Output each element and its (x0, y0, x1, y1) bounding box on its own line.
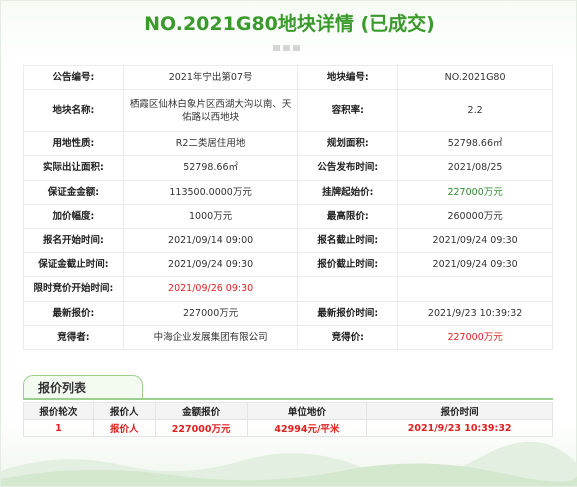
winner-value: 中海企业发展集团有限公司 (122, 324, 299, 350)
table-row: 加价幅度: 1000万元 最高限价: 260000万元 (23, 203, 553, 229)
deposit-label: 保证金金额: (23, 179, 124, 205)
divider-dot (283, 45, 290, 51)
bid-amount-cell: 227000万元 (154, 419, 248, 437)
title-divider (273, 45, 300, 51)
plot-name-label: 地块名称: (23, 89, 124, 133)
planned-area-label: 规划面积: (297, 131, 399, 157)
table-row: 最新报价: 227000万元 最新报价时间: 2021/9/23 10:39:3… (23, 300, 553, 326)
timed-bidding-start-value: 2021/09/26 09:30 (122, 276, 299, 302)
empty-cell (297, 276, 399, 302)
column-header-bid-time: 报价时间 (366, 402, 553, 420)
increment-value: 1000万元 (122, 203, 299, 229)
land-use-label: 用地性质: (23, 131, 124, 157)
plot-name-value: 栖霞区仙林白象片区西湖大沟以南、天佑路以西地块 (122, 89, 299, 133)
bidder-cell: 报价人 (92, 419, 156, 437)
plot-ratio-label: 容积率: (297, 89, 399, 133)
column-header-bidder: 报价人 (92, 402, 156, 420)
table-row: 保证金金额: 113500.0000万元 挂牌起始价: 227000万元 (23, 179, 553, 205)
planned-area-value: 52798.66㎡ (397, 131, 553, 157)
column-header-round: 报价轮次 (23, 402, 94, 420)
timed-bidding-start-label: 限时竞价开始时间: (23, 276, 124, 302)
table-row: 用地性质: R2二类居住用地 规划面积: 52798.66㎡ (23, 131, 553, 157)
bid-round-cell: 1 (23, 419, 94, 437)
latest-bid-value: 227000万元 (122, 300, 299, 326)
deposit-value: 113500.0000万元 (122, 179, 299, 205)
divider-dot (293, 45, 300, 51)
announcement-no-label: 公告编号: (23, 64, 124, 91)
winner-label: 竞得者: (23, 324, 124, 350)
column-header-amount: 金额报价 (154, 402, 248, 420)
actual-area-value: 52798.66㎡ (122, 155, 299, 181)
plot-no-label: 地块编号: (297, 64, 399, 91)
table-row: 竞得者: 中海企业发展集团有限公司 竞得价: 227000万元 (23, 324, 553, 350)
registration-start-label: 报名开始时间: (23, 227, 124, 254)
registration-end-value: 2021/09/24 09:30 (397, 227, 553, 254)
plot-ratio-value: 2.2 (397, 89, 553, 133)
page-title: NO.2021G80地块详情 (已成交) (144, 13, 435, 35)
plot-no-value: NO.2021G80 (397, 64, 553, 91)
column-header-unit-price: 单位地价 (246, 402, 368, 420)
publish-time-label: 公告发布时间: (297, 155, 399, 181)
registration-start-value: 2021/09/14 09:00 (122, 227, 299, 254)
latest-bid-time-value: 2021/9/23 10:39:32 (397, 300, 553, 326)
tab-bid-list[interactable]: 报价列表 (23, 375, 143, 399)
table-row: 地块名称: 栖霞区仙林白象片区西湖大沟以南、天佑路以西地块 容积率: 2.2 (23, 89, 553, 133)
winning-price-value: 227000万元 (397, 324, 553, 350)
publish-time-value: 2021/08/25 (397, 155, 553, 181)
latest-bid-time-label: 最新报价时间: (297, 300, 399, 326)
latest-bid-label: 最新报价: (23, 300, 124, 326)
bid-list-table: 报价轮次 报价人 金额报价 单位地价 报价时间 1 报价人 227000万元 4… (23, 402, 553, 437)
price-cap-value: 260000万元 (397, 203, 553, 229)
table-row: 报名开始时间: 2021/09/14 09:00 报名截止时间: 2021/09… (23, 227, 553, 254)
announcement-no-value: 2021年宁出第07号 (122, 64, 299, 91)
deposit-deadline-value: 2021/09/24 09:30 (122, 252, 299, 278)
bid-time-cell: 2021/9/23 10:39:32 (366, 419, 553, 437)
table-row: 限时竞价开始时间: 2021/09/26 09:30 (23, 276, 553, 302)
unit-price-cell: 42994元/平米 (246, 419, 368, 437)
page-background: NO.2021G80地块详情 (已成交) 公告编号: 2021年宁出第07号 地… (0, 0, 577, 487)
decorative-hills (1, 441, 577, 486)
land-use-value: R2二类居住用地 (122, 131, 299, 157)
actual-area-label: 实际出让面积: (23, 155, 124, 181)
empty-cell (397, 276, 553, 302)
table-row: 1 报价人 227000万元 42994元/平米 2021/9/23 10:39… (23, 419, 553, 437)
divider-dot (273, 45, 280, 51)
table-row: 公告编号: 2021年宁出第07号 地块编号: NO.2021G80 (23, 64, 553, 91)
starting-price-value: 227000万元 (397, 179, 553, 205)
tab-underline (23, 398, 553, 400)
plot-detail-table: 公告编号: 2021年宁出第07号 地块编号: NO.2021G80 地块名称:… (23, 64, 553, 350)
starting-price-label: 挂牌起始价: (297, 179, 399, 205)
increment-label: 加价幅度: (23, 203, 124, 229)
deposit-deadline-label: 保证金截止时间: (23, 252, 124, 278)
bid-deadline-value: 2021/09/24 09:30 (397, 252, 553, 278)
registration-end-label: 报名截止时间: (297, 227, 399, 254)
price-cap-label: 最高限价: (297, 203, 399, 229)
table-header-row: 报价轮次 报价人 金额报价 单位地价 报价时间 (23, 402, 553, 420)
table-row: 保证金截止时间: 2021/09/24 09:30 报价截止时间: 2021/0… (23, 252, 553, 278)
table-row: 实际出让面积: 52798.66㎡ 公告发布时间: 2021/08/25 (23, 155, 553, 181)
winning-price-label: 竞得价: (297, 324, 399, 350)
bid-deadline-label: 报价截止时间: (297, 252, 399, 278)
